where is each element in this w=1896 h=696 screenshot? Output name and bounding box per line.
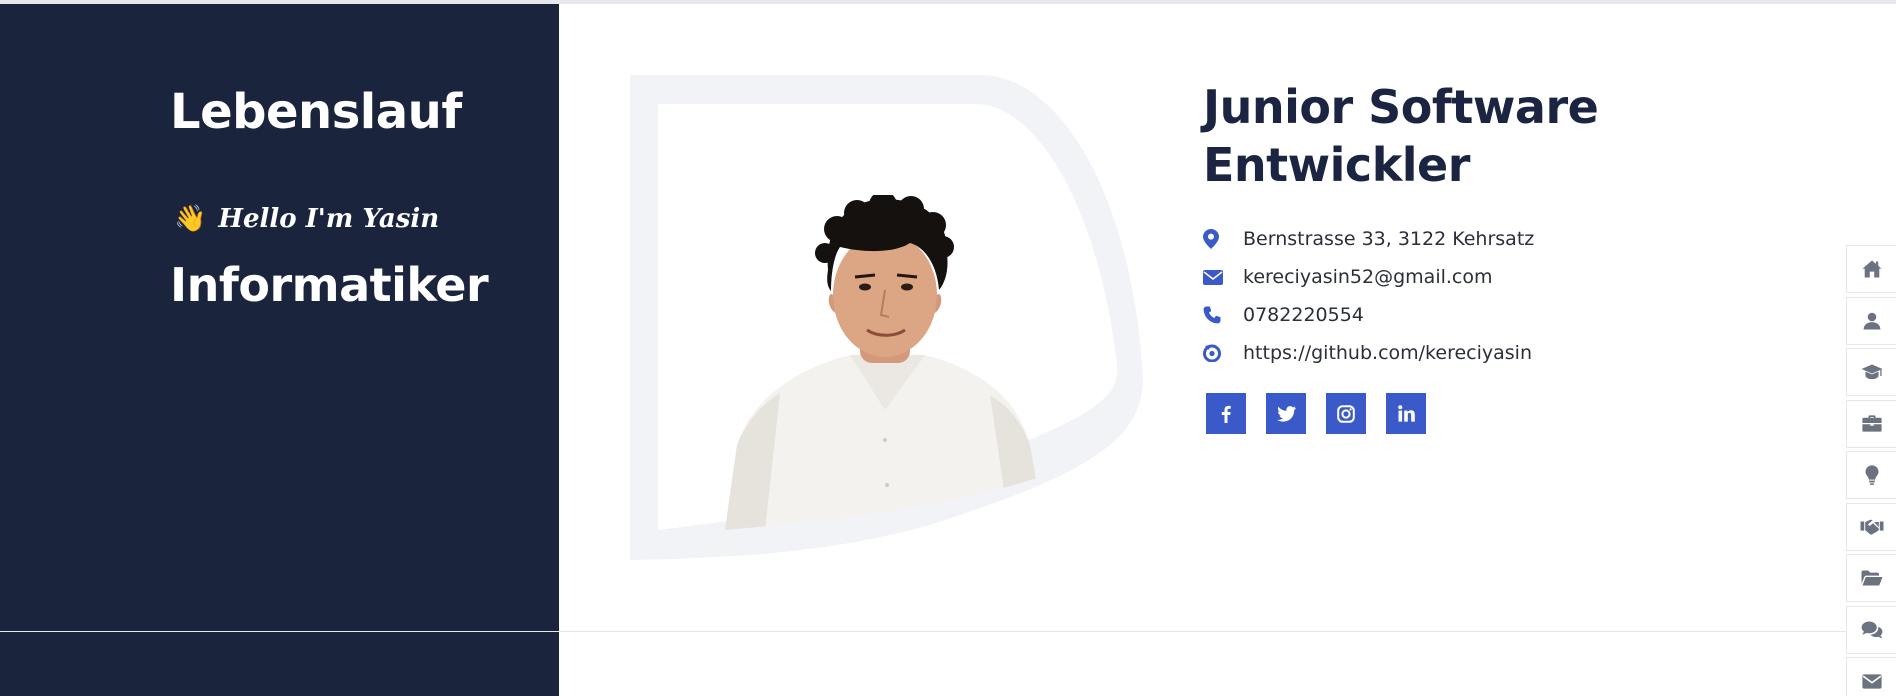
nav-education[interactable]: [1846, 348, 1896, 396]
map-pin-icon: [1203, 229, 1231, 249]
twitter-icon: [1276, 405, 1296, 422]
section-nav: [1846, 245, 1896, 696]
job-title: Junior Software Entwickler: [1203, 78, 1599, 194]
nav-experience[interactable]: [1846, 399, 1896, 448]
job-title-line-2: Entwickler: [1203, 138, 1470, 192]
wave-icon: 👋: [174, 204, 207, 234]
role-title: Informatiker: [170, 258, 489, 312]
contact-phone-text[interactable]: 0782220554: [1243, 304, 1364, 326]
profile-photo: [725, 195, 1045, 530]
graduation-cap-icon: [1861, 364, 1882, 380]
user-icon: [1863, 312, 1880, 329]
contact-email-text[interactable]: kereciyasin52@gmail.com: [1243, 266, 1493, 288]
handshake-icon: [1860, 519, 1883, 535]
instagram-button[interactable]: [1326, 393, 1366, 434]
nav-contact[interactable]: [1846, 657, 1896, 696]
social-links: [1206, 393, 1426, 434]
github-link-icon: [1203, 344, 1231, 362]
comments-icon: [1861, 621, 1882, 638]
nav-testimonials[interactable]: [1846, 605, 1896, 654]
job-title-line-1: Junior Software: [1203, 80, 1599, 134]
nav-home[interactable]: [1846, 245, 1896, 293]
instagram-icon: [1337, 404, 1355, 423]
contact-email[interactable]: kereciyasin52@gmail.com: [1203, 258, 1534, 296]
folder-open-icon: [1861, 570, 1882, 586]
contact-github[interactable]: https://github.com/kereciyasin: [1203, 334, 1534, 372]
twitter-button[interactable]: [1266, 393, 1306, 434]
section-divider: [0, 631, 1896, 632]
linkedin-button[interactable]: [1386, 393, 1426, 434]
left-panel: Lebenslauf 👋 Hello I'm Yasin Informatike…: [0, 4, 559, 696]
contact-address-text: Bernstrasse 33, 3122 Kehrsatz: [1243, 228, 1535, 250]
contact-phone[interactable]: 0782220554: [1203, 296, 1534, 334]
phone-icon: [1203, 306, 1231, 324]
facebook-button[interactable]: [1206, 393, 1246, 434]
home-icon: [1862, 260, 1881, 278]
nav-references[interactable]: [1846, 502, 1896, 551]
envelope-icon: [1861, 673, 1882, 689]
lightbulb-icon: [1865, 465, 1878, 485]
linkedin-icon: [1397, 405, 1415, 422]
nav-skills[interactable]: [1846, 451, 1896, 499]
contact-github-link[interactable]: https://github.com/kereciyasin: [1243, 342, 1532, 364]
contact-address: Bernstrasse 33, 3122 Kehrsatz: [1203, 220, 1534, 258]
facebook-icon: [1221, 405, 1231, 423]
envelope-icon: [1203, 269, 1231, 285]
greeting: 👋 Hello I'm Yasin: [174, 204, 439, 234]
page-title: Lebenslauf: [170, 84, 462, 140]
nav-projects[interactable]: [1846, 554, 1896, 602]
briefcase-icon: [1861, 415, 1882, 432]
greeting-text: Hello I'm Yasin: [218, 204, 440, 234]
nav-about[interactable]: [1846, 296, 1896, 345]
contact-list: Bernstrasse 33, 3122 Kehrsatz kereciyasi…: [1203, 220, 1534, 372]
